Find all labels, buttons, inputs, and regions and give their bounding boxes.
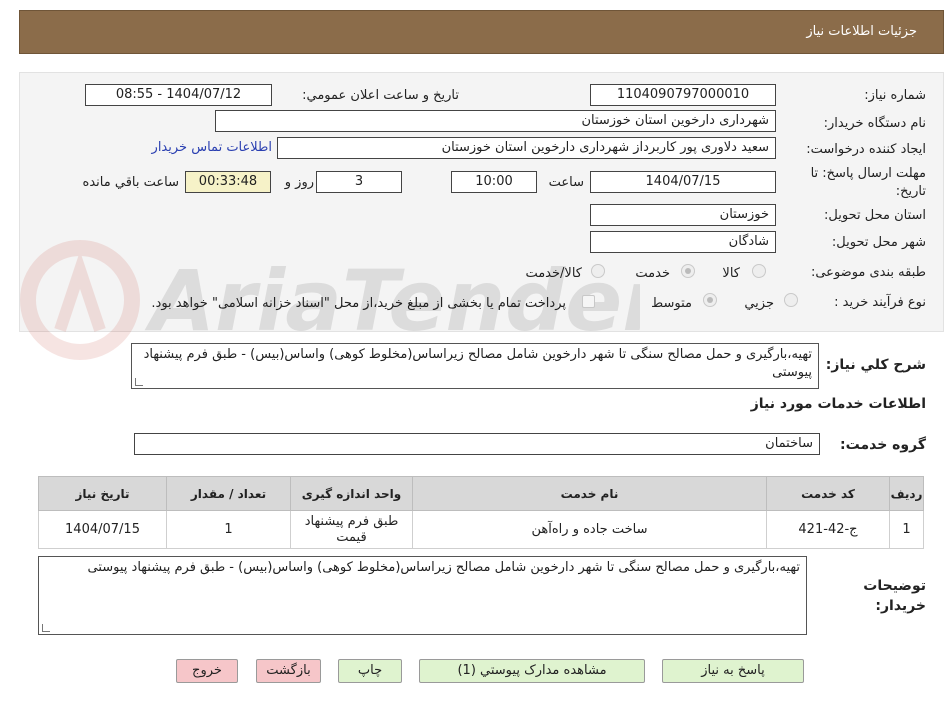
announce-date-label: تاریخ و ساعت اعلان عمومي: (302, 88, 459, 103)
deadline-date-field: 1404/07/15 (590, 171, 776, 193)
category-radio-goods-service[interactable] (591, 264, 605, 278)
services-table: رديف کد خدمت نام خدمت واحد اندازه گيری ت… (38, 476, 924, 549)
col-row-header: رديف (889, 476, 924, 511)
process-label: نوع فرآيند خريد : (834, 295, 926, 310)
exit-button[interactable]: خروج (176, 659, 238, 683)
resize-handle-icon[interactable] (135, 378, 143, 386)
table-header-row: رديف کد خدمت نام خدمت واحد اندازه گيری ت… (38, 476, 924, 511)
process-radio-medium[interactable] (703, 293, 717, 307)
cell-row: 1 (889, 510, 924, 549)
days-field: 3 (316, 171, 402, 193)
deadline-time-label: ساعت (548, 175, 584, 190)
col-qty-header: تعداد / مقدار (166, 476, 291, 511)
city-field: شادگان (590, 231, 776, 253)
category-goods-service-label: کالا/خدمت (525, 266, 582, 281)
buyer-contact-link[interactable]: اطلاعات تماس خريدار (152, 140, 272, 155)
city-label: شهر محل تحويل: (831, 235, 926, 250)
cell-qty: 1 (166, 510, 291, 549)
service-group-label: گروه خدمت: (840, 437, 926, 453)
col-name-header: نام خدمت (412, 476, 767, 511)
buyer-notes-label: توضيحات خريدار: (863, 578, 926, 614)
category-radio-goods[interactable] (752, 264, 766, 278)
remaining-label: ساعت باقي مانده (82, 175, 179, 190)
general-description-textarea[interactable]: تهیه،بارگیری و حمل مصالح سنگی تا شهر دار… (131, 343, 819, 389)
print-button[interactable]: چاپ (338, 659, 402, 683)
treasury-note: پرداخت تمام يا بخشی از مبلغ خريد،از محل … (151, 296, 566, 311)
table-row: 1 ج-42-421 ساخت جاده و راه‌آهن طبق فرم پ… (38, 510, 924, 549)
category-label: طبقه بندی موضوعی: (810, 265, 926, 280)
services-section-title: اطلاعات خدمات مورد نياز (750, 396, 926, 412)
province-field: خوزستان (590, 204, 776, 226)
buyer-notes-textarea[interactable]: تهیه،بارگیری و حمل مصالح سنگی تا شهر دار… (38, 556, 807, 635)
col-code-header: کد خدمت (766, 476, 890, 511)
treasury-checkbox[interactable] (582, 295, 595, 308)
process-partial-label: جزيي (744, 296, 774, 311)
deadline-label: مهلت ارسال پاسخ: تا تاريخ: (810, 166, 926, 199)
view-attachments-button[interactable]: مشاهده مدارک پيوستي (1) (419, 659, 645, 683)
col-date-header: تاریخ نیاز (38, 476, 167, 511)
requester-label: ايجاد کننده درخواست: (806, 142, 926, 157)
reply-button[interactable]: پاسخ به نياز (662, 659, 804, 683)
col-unit-header: واحد اندازه گيری (290, 476, 413, 511)
page-header: جزئیات اطلاعات نیاز (19, 10, 944, 54)
service-group-field: ساختمان (134, 433, 820, 455)
need-number-field: 1104090797000010 (590, 84, 776, 106)
back-button[interactable]: بازگشت (256, 659, 321, 683)
cell-date: 1404/07/15 (38, 510, 167, 549)
process-medium-label: متوسط (651, 296, 692, 311)
page-title: جزئیات اطلاعات نیاز (806, 24, 917, 39)
buyer-org-label: نام دستگاه خريدار: (823, 116, 926, 131)
requester-field: سعید دلاوری پور کاربرداز شهرداری دارخوین… (277, 137, 776, 159)
announce-date-field: 1404/07/12 - 08:55 (85, 84, 272, 106)
buyer-org-field: شهرداری دارخوین استان خوزستان (215, 110, 776, 132)
general-description-text: تهیه،بارگیری و حمل مصالح سنگی تا شهر دار… (143, 347, 812, 380)
province-label: استان محل تحويل: (824, 208, 926, 223)
days-label: روز و (284, 175, 314, 190)
process-radio-partial[interactable] (784, 293, 798, 307)
buyer-notes-text: تهیه،بارگیری و حمل مصالح سنگی تا شهر دار… (87, 560, 800, 575)
category-radio-service[interactable] (681, 264, 695, 278)
category-goods-label: کالا (722, 266, 740, 281)
need-number-label: شماره نیاز: (864, 88, 926, 103)
resize-handle-icon[interactable] (42, 624, 50, 632)
deadline-time-field: 10:00 (451, 171, 537, 193)
cell-code: ج-42-421 (766, 510, 890, 549)
category-service-label: خدمت (635, 266, 670, 281)
general-description-label: شرح کلي نياز: (825, 357, 926, 373)
cell-name: ساخت جاده و راه‌آهن (412, 510, 767, 549)
remaining-timer: 00:33:48 (185, 171, 271, 193)
cell-unit: طبق فرم پیشنهاد قیمت (290, 510, 413, 549)
